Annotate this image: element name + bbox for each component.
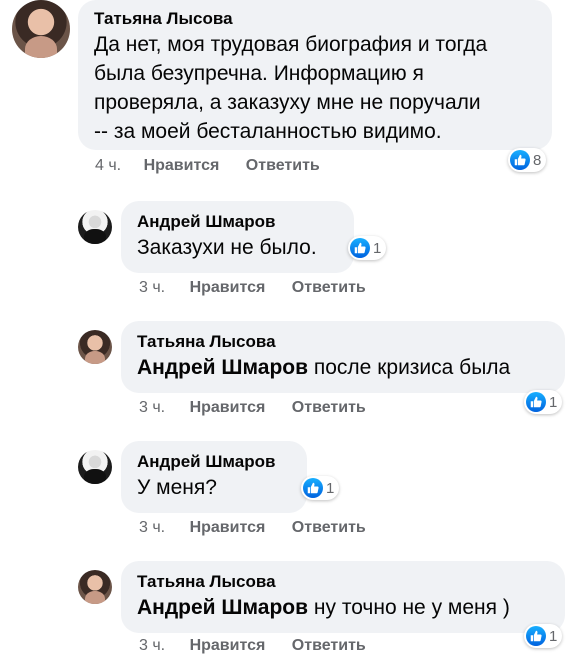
comment-time[interactable]: 3 ч.: [139, 279, 165, 297]
thumbs-up-icon: [526, 626, 546, 646]
comment-actions: 3 ч. Нравится Ответить: [139, 399, 366, 417]
reply-button[interactable]: Ответить: [292, 399, 366, 417]
reaction-count[interactable]: 1: [524, 390, 563, 414]
like-count: 1: [326, 479, 335, 497]
comment-author[interactable]: Татьяна Лысова: [137, 331, 549, 353]
comment-time[interactable]: 4 ч.: [95, 157, 121, 175]
comment-author[interactable]: Татьяна Лысова: [94, 8, 536, 30]
andrey-avatar[interactable]: [78, 210, 112, 244]
reply-button[interactable]: Ответить: [292, 637, 366, 655]
thumbs-up-icon: [303, 478, 323, 498]
tatyana-avatar[interactable]: [78, 330, 112, 364]
comment-time[interactable]: 3 ч.: [139, 519, 165, 537]
comment-text-line: после кризиса была: [308, 356, 511, 379]
comment-text-line: Да нет, моя трудовая биография и тогда: [94, 33, 488, 56]
comment-time[interactable]: 3 ч.: [139, 399, 165, 417]
comment-actions: 3 ч. Нравится Ответить: [139, 637, 366, 655]
comment-actions: 3 ч. Нравится Ответить: [139, 279, 366, 297]
like-count: 1: [373, 239, 382, 257]
reply-button[interactable]: Ответить: [246, 157, 320, 175]
reaction-count[interactable]: 1: [524, 624, 563, 648]
like-button[interactable]: Нравится: [190, 637, 266, 655]
comment-text-line: Заказухи не было.: [137, 236, 317, 259]
thumbs-up-icon: [526, 392, 546, 412]
comment-text: Андрей Шмаров ну точно не у меня ): [137, 593, 549, 623]
thumbs-up-icon: [350, 238, 370, 258]
reply-button[interactable]: Ответить: [292, 279, 366, 297]
like-button[interactable]: Нравится: [190, 279, 266, 297]
mention-link[interactable]: Андрей Шмаров: [137, 596, 308, 619]
comment-bubble: Татьяна Лысова Да нет, моя трудовая биог…: [78, 0, 552, 150]
andrey-avatar[interactable]: [78, 450, 112, 484]
comment-text-line: -- за моей бесталанностью видимо.: [94, 120, 442, 143]
mention-link[interactable]: Андрей Шмаров: [137, 356, 308, 379]
comment-actions: 3 ч. Нравится Ответить: [139, 519, 366, 537]
reply-button[interactable]: Ответить: [292, 519, 366, 537]
reaction-count[interactable]: 1: [348, 236, 387, 260]
reaction-count[interactable]: 1: [301, 476, 340, 500]
thumbs-up-icon: [510, 150, 530, 170]
comment-text-line: проверяла, а заказуху мне не поручали: [94, 91, 481, 114]
tatyana-avatar[interactable]: [78, 570, 112, 604]
comment-bubble: Андрей Шмаров Заказухи не было.: [121, 201, 354, 273]
comment-text: Андрей Шмаров после кризиса была: [137, 353, 549, 383]
comment-actions: 4 ч. Нравится Ответить: [95, 157, 320, 175]
comment-author[interactable]: Андрей Шмаров: [137, 211, 338, 233]
like-button[interactable]: Нравится: [144, 157, 220, 175]
like-count: 8: [533, 151, 542, 169]
comment-bubble: Андрей Шмаров У меня?: [121, 441, 307, 513]
comment-bubble: Татьяна Лысова Андрей Шмаров ну точно не…: [121, 561, 565, 633]
comment-author[interactable]: Андрей Шмаров: [137, 451, 291, 473]
comment-author[interactable]: Татьяна Лысова: [137, 571, 549, 593]
comment-text-line: была безупречна. Информацию я: [94, 62, 424, 85]
like-button[interactable]: Нравится: [190, 519, 266, 537]
like-count: 1: [549, 393, 558, 411]
comment-text-line: У меня?: [137, 476, 217, 499]
reaction-count[interactable]: 8: [508, 148, 547, 172]
like-button[interactable]: Нравится: [190, 399, 266, 417]
like-count: 1: [549, 627, 558, 645]
comment-bubble: Татьяна Лысова Андрей Шмаров после кризи…: [121, 321, 565, 393]
comment-text-line: ну точно не у меня ): [308, 596, 510, 619]
tatyana-avatar[interactable]: [12, 0, 70, 58]
comment-time[interactable]: 3 ч.: [139, 637, 165, 655]
